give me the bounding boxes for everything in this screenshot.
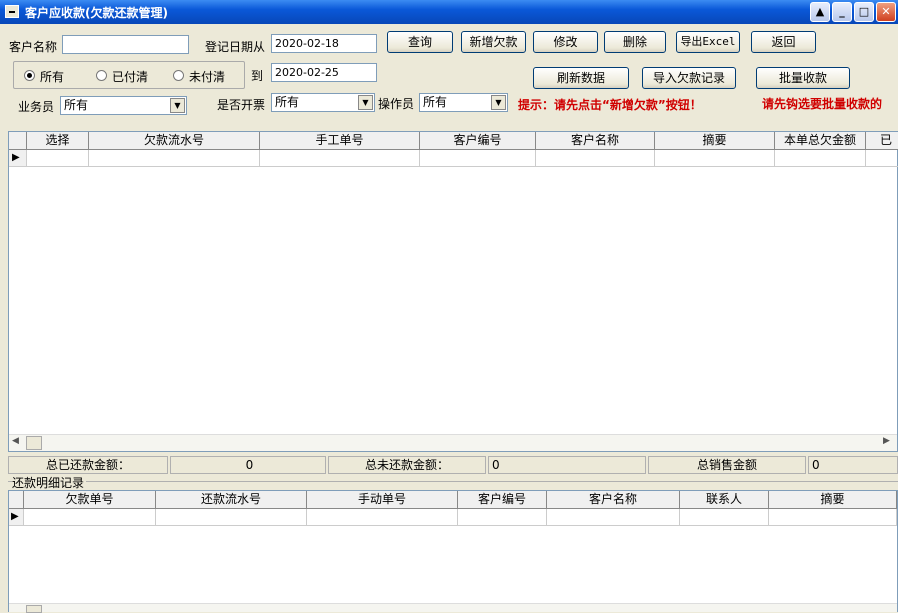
col-summary[interactable]: 摘要: [655, 132, 775, 150]
col-select[interactable]: 选择: [27, 132, 89, 150]
repayment-detail-table[interactable]: 欠款单号 还款流水号 手动单号 客户编号 客户名称 联系人 摘要 ▶: [8, 490, 898, 613]
col-customer-id[interactable]: 客户编号: [420, 132, 536, 150]
sales-total-label: 总销售金额: [648, 456, 806, 474]
unpaid-total-label: 总未还款金额：: [328, 456, 486, 474]
status-label-all: 所有: [40, 70, 65, 84]
table-cell[interactable]: [680, 509, 769, 526]
date-to-input[interactable]: 2020-02-25: [271, 63, 377, 82]
table-cell[interactable]: [156, 509, 307, 526]
col-debt-no[interactable]: 欠款单号: [24, 491, 156, 509]
reg-date-from-label: 登记日期从: [205, 40, 266, 54]
col-detail-summary[interactable]: 摘要: [769, 491, 897, 509]
status-radio-all[interactable]: [24, 70, 35, 81]
query-button[interactable]: 查询: [387, 31, 453, 53]
date-from-input[interactable]: 2020-02-18: [271, 34, 377, 53]
status-label-unpaid: 未付清: [189, 70, 226, 84]
row-header-corner: [9, 132, 27, 150]
col-manual-order-no[interactable]: 手动单号: [307, 491, 458, 509]
back-button[interactable]: 返回: [751, 31, 816, 53]
import-debt-button[interactable]: 导入欠款记录: [642, 67, 736, 89]
col-paid-partial[interactable]: 已: [866, 132, 898, 150]
col-customer-name[interactable]: 客户名称: [536, 132, 655, 150]
export-excel-button[interactable]: 导出Excel: [676, 31, 740, 53]
table-cell[interactable]: [420, 150, 536, 167]
window-title: 客户应收款(欠款还款管理): [25, 6, 168, 20]
status-radio-unpaid[interactable]: [173, 70, 184, 81]
status-label-paid: 已付清: [112, 70, 149, 84]
modify-button[interactable]: 修改: [533, 31, 598, 53]
row-header-corner: [9, 491, 24, 509]
close-icon[interactable]: ✕: [876, 2, 896, 22]
scroll-thumb[interactable]: [26, 436, 42, 450]
current-row-pointer-icon: ▶: [9, 150, 27, 167]
table-cell[interactable]: [655, 150, 775, 167]
scroll-up-icon[interactable]: ▲: [810, 2, 830, 22]
status-radio-group: 所有 已付清 未付清: [13, 61, 245, 89]
col-detail-customer-name[interactable]: 客户名称: [547, 491, 680, 509]
table-cell[interactable]: [866, 150, 898, 167]
operator-select[interactable]: 所有 ▼: [419, 93, 508, 112]
chevron-down-icon[interactable]: ▼: [491, 95, 506, 110]
detail-horizontal-scrollbar[interactable]: [9, 603, 897, 613]
invoice-label: 是否开票: [217, 98, 266, 112]
unpaid-total-value: 0: [488, 456, 646, 474]
customer-name-label: 客户名称: [9, 40, 58, 54]
chevron-down-icon[interactable]: ▼: [358, 95, 373, 110]
new-debt-button[interactable]: 新增欠款: [461, 31, 526, 53]
paid-total-label: 总已还款金额：: [8, 456, 168, 474]
table-cell[interactable]: [775, 150, 866, 167]
col-contact[interactable]: 联系人: [680, 491, 769, 509]
table-cell[interactable]: [307, 509, 458, 526]
divider: [8, 481, 898, 482]
table-cell[interactable]: [547, 509, 680, 526]
table-cell[interactable]: [769, 509, 897, 526]
horizontal-scrollbar[interactable]: ◀ ▶: [9, 434, 897, 451]
col-total-debt[interactable]: 本单总欠金额: [775, 132, 866, 150]
chevron-down-icon[interactable]: ▼: [170, 98, 185, 113]
batch-hint-text: 请先钩选要批量收款的: [762, 97, 883, 111]
debt-table[interactable]: 选择 欠款流水号 手工单号 客户编号 客户名称 摘要 本单总欠金额 已 ▶ ◀ …: [8, 131, 898, 452]
to-label: 到: [251, 69, 264, 83]
window-menu-icon[interactable]: [5, 5, 19, 18]
table-cell[interactable]: [536, 150, 655, 167]
operator-value: 所有: [423, 95, 448, 109]
status-radio-paid[interactable]: [96, 70, 107, 81]
current-row-pointer-icon: ▶: [9, 509, 24, 526]
delete-button[interactable]: 删除: [604, 31, 666, 53]
hint-text: 提示：请先点击“新增欠款”按钮！: [518, 98, 702, 112]
invoice-select[interactable]: 所有 ▼: [271, 93, 375, 112]
salesman-label: 业务员: [18, 100, 55, 114]
operator-label: 操作员: [378, 97, 415, 111]
customer-name-input[interactable]: [62, 35, 189, 54]
col-manual-no[interactable]: 手工单号: [260, 132, 420, 150]
table-cell[interactable]: [260, 150, 420, 167]
col-debt-serial[interactable]: 欠款流水号: [89, 132, 260, 150]
table-cell[interactable]: [89, 150, 260, 167]
table-cell[interactable]: [24, 509, 156, 526]
salesman-value: 所有: [64, 98, 89, 112]
sales-total-value: 0: [808, 456, 898, 474]
invoice-value: 所有: [275, 95, 300, 109]
table-cell[interactable]: [27, 150, 89, 167]
batch-receive-button[interactable]: 批量收款: [756, 67, 850, 89]
detail-section-title: 还款明细记录: [12, 474, 87, 491]
salesman-select[interactable]: 所有 ▼: [60, 96, 187, 115]
paid-total-value: 0: [170, 456, 326, 474]
scroll-left-icon[interactable]: ◀: [12, 436, 19, 446]
col-detail-customer-id[interactable]: 客户编号: [458, 491, 547, 509]
title-bar: 客户应收款(欠款还款管理) ▲ _ □ ✕: [0, 0, 898, 24]
table-cell[interactable]: [458, 509, 547, 526]
minimize-icon[interactable]: _: [832, 2, 852, 22]
col-repay-serial[interactable]: 还款流水号: [156, 491, 307, 509]
refresh-button[interactable]: 刷新数据: [533, 67, 629, 89]
maximize-icon[interactable]: □: [854, 2, 874, 22]
scroll-right-icon[interactable]: ▶: [883, 436, 890, 446]
